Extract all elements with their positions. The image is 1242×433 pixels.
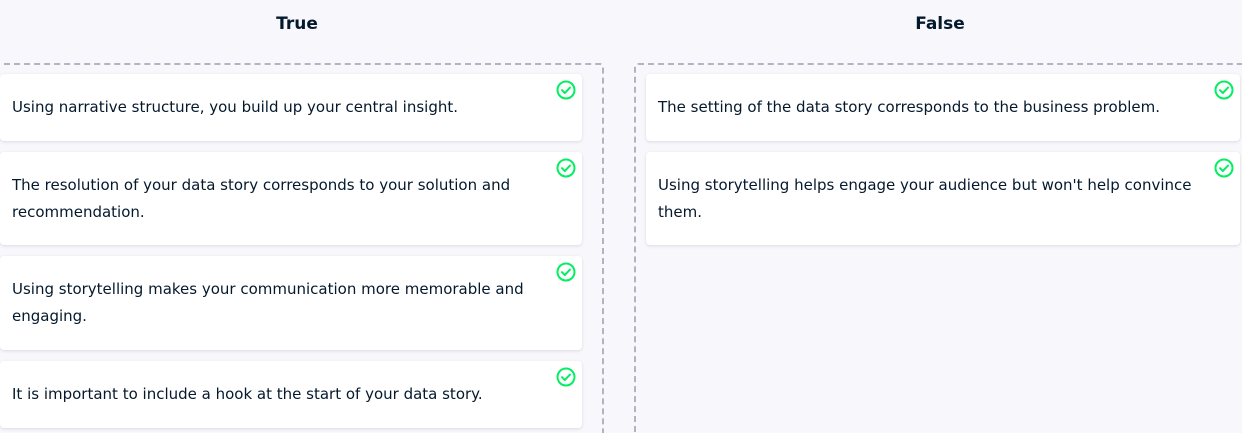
answer-card[interactable]: Using narrative structure, you build up … xyxy=(0,74,582,141)
answer-card[interactable]: Using storytelling makes your communicat… xyxy=(0,256,582,350)
answer-card[interactable]: It is important to include a hook at the… xyxy=(0,361,582,428)
check-circle-icon xyxy=(556,80,576,100)
card-text: The resolution of your data story corres… xyxy=(12,175,511,221)
column-title-false: False xyxy=(915,14,965,34)
column-true: True Using narrative structure, you buil… xyxy=(0,0,604,433)
card-text: Using storytelling helps engage your aud… xyxy=(658,175,1192,221)
check-circle-icon xyxy=(556,158,576,178)
card-text: It is important to include a hook at the… xyxy=(12,385,483,403)
card-text: Using narrative structure, you build up … xyxy=(12,98,459,116)
answer-card[interactable]: The resolution of your data story corres… xyxy=(0,152,582,245)
column-false: False The setting of the data story corr… xyxy=(634,0,1242,433)
answer-card[interactable]: The setting of the data story correspond… xyxy=(646,74,1240,141)
answer-card[interactable]: Using storytelling helps engage your aud… xyxy=(646,152,1240,245)
card-text: Using storytelling makes your communicat… xyxy=(12,280,524,325)
column-title-true: True xyxy=(276,14,318,34)
check-circle-icon xyxy=(1214,80,1234,100)
drag-and-drop-board: True Using narrative structure, you buil… xyxy=(0,0,1242,433)
check-circle-icon xyxy=(556,262,576,282)
card-text: The setting of the data story correspond… xyxy=(658,98,1160,116)
check-circle-icon xyxy=(1214,158,1234,178)
check-circle-icon xyxy=(556,367,576,387)
